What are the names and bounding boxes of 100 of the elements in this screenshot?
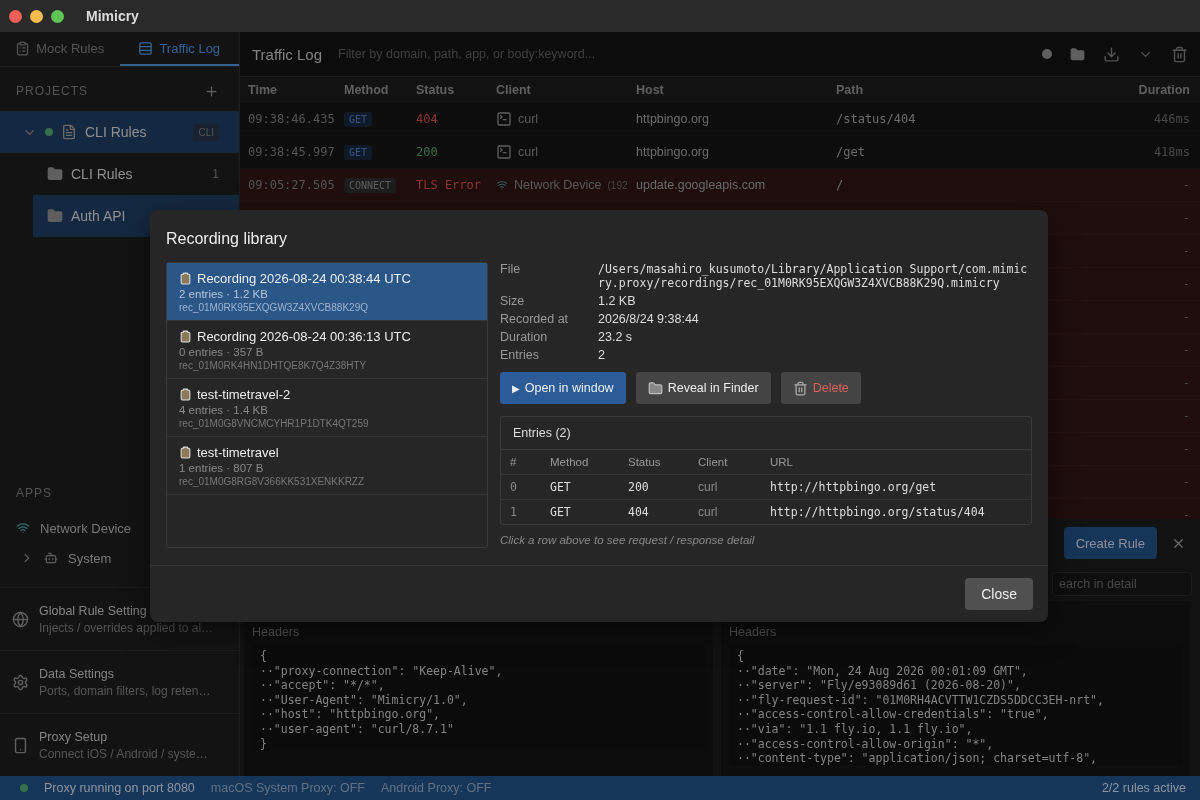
delete-button[interactable]: Delete <box>780 372 861 404</box>
recording-item[interactable]: Recording 2026-08-24 00:36:13 UTC 0 entries · 357 B rec_01M0RK4HN1DHTQE8K7Q4Z38HTY <box>167 321 487 379</box>
time-cell-text: 09:05:27.505 <box>248 178 336 192</box>
folder-item[interactable]: CLI Rules 1 <box>33 153 239 195</box>
create-rule-button[interactable]: Create Rule <box>1063 527 1157 559</box>
folder-icon[interactable] <box>1070 46 1085 62</box>
sidebar-tab[interactable]: Mock Rules <box>0 32 120 66</box>
duration-cell-text: - <box>1181 211 1190 225</box>
status-cell-text: TLS Error <box>416 178 483 192</box>
info-value: 1.2 KB <box>598 294 637 308</box>
column-header: Method <box>550 456 590 468</box>
download-icon[interactable] <box>1103 45 1120 63</box>
column-header[interactable]: Status <box>416 83 496 97</box>
client-name: Network Device <box>514 178 602 192</box>
info-label: Duration <box>500 330 549 344</box>
panel-title: Traffic Log <box>252 45 323 63</box>
clipboard-icon <box>179 330 192 343</box>
status-dot <box>45 128 53 136</box>
clipboard-icon <box>15 40 31 56</box>
column-header[interactable]: Duration <box>1108 83 1190 97</box>
reveal-button[interactable]: Reveal in Finder <box>635 372 771 404</box>
table-cell-text: curl <box>698 480 719 494</box>
column-header: Status <box>628 456 662 468</box>
code-line: ··"fly-request-id": "01M0RH4ACVTTW1CZDS5DDCC3EH-nrt", <box>737 692 1105 708</box>
recording-item[interactable]: Recording 2026-08-24 00:38:44 UTC 2 entries · 1.2 KB rec_01M0RK95EXQGW3Z4XVCB88K29Q <box>167 263 487 321</box>
trash-icon[interactable] <box>1171 45 1188 63</box>
entry-row[interactable]: 1 GET 404 curl http://httpbingo.org/status/404 <box>501 499 1031 524</box>
table-cell-text: http://httpbingo.org/get <box>770 480 938 494</box>
settings-title: Data Settings <box>39 666 116 681</box>
minimize-button[interactable] <box>30 9 43 23</box>
close-button[interactable]: Close <box>965 578 1033 610</box>
column-header[interactable]: Client <box>496 83 636 97</box>
column-header: URL <box>770 456 794 468</box>
recording-id: rec_01M0G8VNCMCYHR1P1DTK4QT259 <box>179 418 370 429</box>
duration-cell-text: - <box>1181 244 1190 258</box>
record-icon[interactable] <box>1042 49 1052 59</box>
column-header[interactable]: Time <box>248 83 344 97</box>
robot-icon <box>44 551 58 565</box>
rules-count: 2/2 rules active <box>1101 781 1186 795</box>
settings-icon <box>12 673 29 691</box>
recording-meta: 4 entries · 1.4 KB <box>179 404 269 416</box>
code-line: } <box>260 736 268 752</box>
folder-icon <box>647 380 663 396</box>
table-cell-text: http://httpbingo.org/status/404 <box>770 505 986 519</box>
path-cell-text: /status/404 <box>836 112 917 126</box>
code-line: ··"user-agent": "curl/8.7.1" <box>260 721 455 737</box>
duration-cell-text: - <box>1181 277 1190 291</box>
duration-cell-text: - <box>1181 508 1190 519</box>
info-label: Recorded at <box>500 312 570 326</box>
code-line: ··"date": "Mon, 24 Aug 2026 00:01:09 GMT", <box>737 663 1029 679</box>
table-cell-text: curl <box>698 505 719 519</box>
code-line: { <box>260 649 268 664</box>
recording-item[interactable]: test-timetravel-2 4 entries · 1.4 KB rec_01M0G8VNCMCYHR1P1DTK4QT259 <box>167 379 487 437</box>
code-line: ··"host": "httpbingo.org", <box>260 707 441 722</box>
status-text: macOS System Proxy: OFF <box>210 781 365 795</box>
section-label: APPS <box>16 486 52 500</box>
recording-item[interactable]: test-timetravel 1 entries · 807 B rec_01M0G8RG8V366KK531XENKKRZZ <box>167 437 487 495</box>
settings-item[interactable]: Data Settings Ports, domain filters, log reten… <box>0 650 239 713</box>
info-value: 23.2 s <box>598 330 634 344</box>
app-item[interactable]: Network Device <box>0 513 239 543</box>
clipboard-icon <box>179 446 192 459</box>
open-button[interactable]: ▶ Open in window <box>500 372 626 404</box>
app-item[interactable]: System <box>0 543 239 573</box>
code-line: ··"proxy-connection": "Keep-Alive", <box>260 663 504 679</box>
sidebar-tab[interactable]: Traffic Log <box>119 32 239 66</box>
recording-meta: 0 entries · 357 B <box>179 346 265 358</box>
column-header[interactable]: Host <box>636 83 836 97</box>
recording-meta: 1 entries · 807 B <box>179 462 265 474</box>
info-value: 2026/8/24 9:38:44 <box>598 312 700 326</box>
server-icon <box>138 40 154 56</box>
client-name: curl <box>518 145 539 159</box>
add-icon[interactable] <box>204 83 219 99</box>
status-text: Proxy running on port 8080 <box>44 781 195 795</box>
section-label: Headers <box>252 625 301 639</box>
settings-title: Proxy Setup <box>39 729 109 744</box>
recording-id: rec_01M0G8RG8V366KK531XENKKRZZ <box>179 476 366 487</box>
folder-name: Auth API <box>71 208 127 224</box>
code-line: { <box>737 649 745 664</box>
host-cell-text: httpbingo.org <box>636 112 710 126</box>
table-cell-text: 1 <box>510 505 518 519</box>
method-tag: CONNECT <box>344 177 397 193</box>
duration-cell-text: - <box>1181 178 1190 192</box>
column-header[interactable]: Method <box>344 83 416 97</box>
close-button[interactable] <box>9 9 22 23</box>
table-cell-text: GET <box>550 505 572 519</box>
column-header[interactable]: Path <box>836 83 1108 97</box>
clipboard-icon <box>179 272 192 285</box>
method-tag: GET <box>344 144 373 160</box>
folder-count: 1 <box>212 167 219 181</box>
info-value: 2 <box>598 348 606 362</box>
status-cell-text: 404 <box>416 112 439 126</box>
client-name: curl <box>518 112 539 126</box>
column-header: Client <box>698 456 729 468</box>
wifi-icon <box>16 521 30 535</box>
globe-icon <box>12 610 29 628</box>
clipboard-icon <box>179 388 192 401</box>
file-icon <box>61 124 77 140</box>
code-line: ··"access-control-allow-origin": "*", <box>737 736 995 752</box>
entry-row[interactable]: 0 GET 200 curl http://httpbingo.org/get <box>501 474 1031 499</box>
zoom-button[interactable] <box>51 9 64 23</box>
